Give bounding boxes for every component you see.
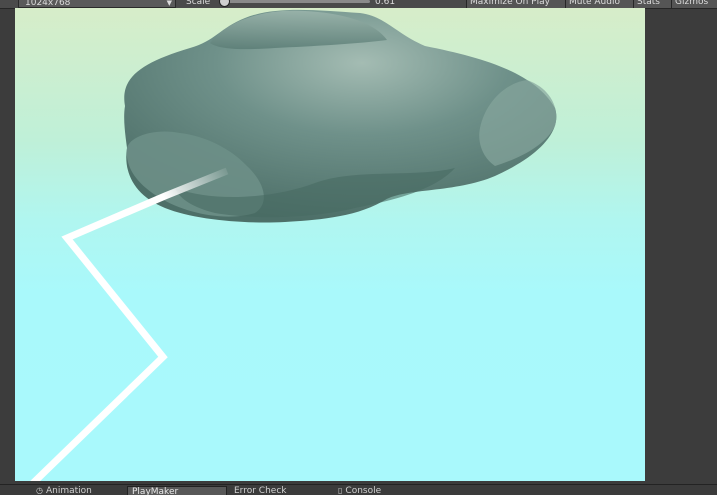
stats-toggle[interactable]: Stats bbox=[633, 0, 674, 8]
scale-slider-handle[interactable] bbox=[219, 0, 231, 7]
dropdown-arrow-icon: ▼ bbox=[166, 0, 172, 7]
cloud bbox=[124, 9, 557, 223]
gizmos-dropdown[interactable]: Gizmos bbox=[671, 0, 717, 8]
scale-value: 0.61 bbox=[375, 0, 396, 7]
bottom-tab-bar: ◷ Animation PlayMaker Error Check ▯ Consol… bbox=[0, 484, 717, 495]
mute-audio-toggle[interactable]: Mute Audio bbox=[565, 0, 634, 8]
scale-slider[interactable] bbox=[222, 0, 370, 3]
scale-label: Scale bbox=[186, 0, 211, 7]
game-scene bbox=[30, 9, 557, 481]
resolution-dropdown[interactable]: 1024x768 ▼ bbox=[18, 0, 176, 8]
game-viewport[interactable] bbox=[15, 8, 645, 481]
lightning-bolt bbox=[30, 167, 229, 481]
resolution-label: 1024x768 bbox=[25, 0, 71, 8]
maximize-on-play-toggle[interactable]: Maximize On Play bbox=[466, 0, 565, 8]
